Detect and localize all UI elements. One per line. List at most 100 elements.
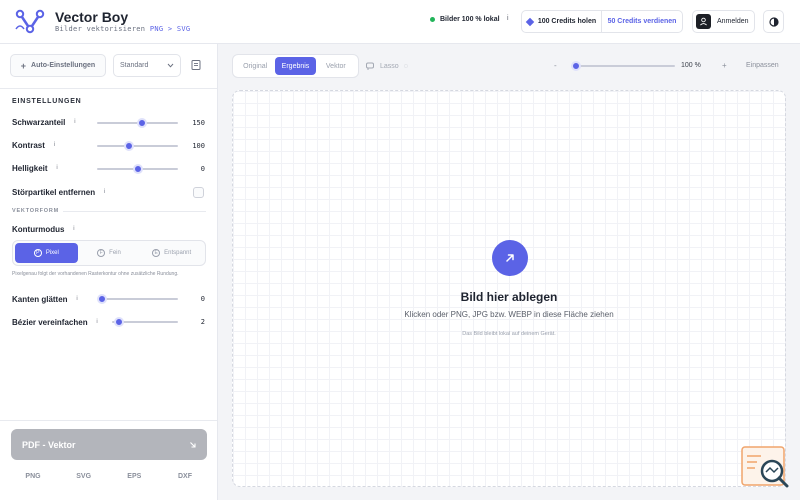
app-title: Vector Boy bbox=[55, 9, 129, 25]
arrow-down-right-icon bbox=[190, 441, 196, 448]
remove-specks-info-icon[interactable]: i bbox=[100, 188, 109, 197]
dropzone-note: Das Bild bleibt lokal auf deinem Gerät. bbox=[462, 331, 556, 337]
tab-vector[interactable]: Vektor bbox=[316, 57, 356, 75]
slider-thumb[interactable] bbox=[97, 294, 107, 304]
app-header: Vector Boy Bilder vektorisieren PNG > SV… bbox=[0, 0, 800, 44]
app-subtitle-prefix: Bilder vektorisieren bbox=[55, 25, 150, 33]
format-tab-png[interactable]: PNG bbox=[11, 469, 55, 485]
remove-specks-checkbox[interactable] bbox=[193, 187, 204, 198]
arrow-up-right-icon bbox=[506, 254, 514, 262]
contrast-slider[interactable] bbox=[97, 140, 178, 152]
sidebar-divider bbox=[0, 88, 217, 89]
format-tab-eps[interactable]: EPS bbox=[112, 469, 156, 485]
contrast-label: Kontrast i bbox=[12, 141, 59, 150]
slider-thumb[interactable] bbox=[124, 141, 135, 151]
plus-icon: + bbox=[20, 60, 27, 71]
zoom-out-button[interactable]: - bbox=[554, 61, 557, 70]
format-tab-svg[interactable]: SVG bbox=[62, 469, 106, 485]
smooth-edges-label-text: Kanten glätten bbox=[12, 295, 68, 304]
local-status-label: Bilder 100 % lokal bbox=[440, 16, 500, 23]
earn-credits-button[interactable]: 50 Credits verdienen bbox=[602, 11, 682, 32]
black-share-label-text: Schwarzanteil bbox=[12, 118, 66, 127]
black-share-label: Schwarzanteil i bbox=[12, 118, 79, 127]
slider-thumb[interactable] bbox=[113, 317, 124, 327]
mode-fine-button[interactable]: F Fein bbox=[78, 243, 141, 263]
save-preset-icon[interactable] bbox=[190, 59, 202, 71]
status-dot-icon bbox=[430, 17, 435, 22]
tab-original[interactable]: Original bbox=[235, 57, 275, 75]
bezier-simplify-info-icon[interactable]: i bbox=[93, 318, 102, 327]
black-share-slider[interactable] bbox=[97, 117, 178, 129]
theme-toggle-button[interactable] bbox=[763, 10, 784, 33]
contour-mode-label-text: Konturmodus bbox=[12, 225, 65, 234]
get-credits-label: 100 Credits holen bbox=[537, 18, 597, 25]
mode-relaxed-label: Entspannt bbox=[164, 250, 192, 256]
slider-track bbox=[97, 145, 178, 147]
app-subtitle-formats: PNG > SVG bbox=[149, 25, 191, 33]
brightness-info-icon[interactable]: i bbox=[53, 164, 62, 173]
local-status: Bilder 100 % lokal bbox=[430, 16, 500, 23]
lasso-button[interactable]: Lasso ◌ bbox=[365, 56, 423, 76]
preset-value: Standard bbox=[120, 62, 149, 69]
upload-button[interactable] bbox=[492, 240, 528, 276]
lasso-icon bbox=[366, 62, 374, 70]
app-subtitle: Bilder vektorisieren PNG > SVG bbox=[55, 25, 190, 33]
brightness-label-text: Helligkeit bbox=[12, 164, 48, 173]
contrast-info-icon[interactable]: i bbox=[50, 141, 59, 150]
smooth-edges-label: Kanten glätten i bbox=[12, 295, 82, 304]
view-tabs: Original Ergebnis Vektor bbox=[232, 54, 359, 78]
status-info-icon[interactable]: i bbox=[507, 15, 509, 22]
smooth-edges-info-icon[interactable]: i bbox=[73, 295, 82, 304]
chevron-down-icon bbox=[167, 63, 174, 68]
contrast-label-text: Kontrast bbox=[12, 141, 45, 150]
contour-mode-group: P Pixel F Fein E Entspannt bbox=[12, 240, 206, 266]
fit-button[interactable]: Einpassen bbox=[746, 62, 779, 69]
mode-relaxed-button[interactable]: E Entspannt bbox=[140, 243, 203, 263]
zoom-value: 100 % bbox=[681, 62, 701, 69]
mode-pixel-button[interactable]: P Pixel bbox=[15, 243, 78, 263]
dropzone-subtitle: Klicken oder PNG, JPG bzw. WEBP in diese… bbox=[404, 310, 614, 319]
slider-thumb[interactable] bbox=[132, 164, 143, 174]
format-tabs: PNG SVG EPS DXF bbox=[11, 469, 207, 485]
black-share-info-icon[interactable]: i bbox=[70, 118, 79, 127]
remove-specks-label: Störpartikel entfernen i bbox=[12, 188, 109, 197]
sidebar-bottom-divider bbox=[0, 420, 217, 421]
slider-thumb[interactable] bbox=[571, 61, 582, 71]
smooth-edges-value: 0 bbox=[200, 295, 205, 303]
preset-select[interactable]: Standard bbox=[113, 54, 181, 77]
zoom-in-button[interactable]: + bbox=[722, 61, 727, 70]
lasso-label: Lasso bbox=[380, 62, 399, 70]
brightness-slider[interactable] bbox=[97, 163, 178, 175]
mode-fine-icon: F bbox=[97, 249, 106, 257]
zoom-slider[interactable] bbox=[571, 60, 675, 72]
slider-thumb[interactable] bbox=[136, 118, 147, 128]
export-pdf-label: PDF - Vektor bbox=[22, 439, 76, 450]
mode-hint: Pixelgenau folgt der vorhandenen Rasterk… bbox=[12, 271, 179, 277]
mode-pixel-label: Pixel bbox=[45, 250, 59, 256]
auto-settings-button[interactable]: + Auto-Einstellungen bbox=[10, 54, 106, 77]
smooth-edges-slider[interactable] bbox=[97, 293, 178, 305]
mode-relaxed-icon: E bbox=[152, 249, 161, 257]
image-dropzone[interactable]: Bild hier ablegen Klicken oder PNG, JPG … bbox=[232, 90, 786, 487]
contour-mode-label: Konturmodus i bbox=[12, 225, 78, 234]
login-button[interactable]: Anmelden bbox=[692, 10, 755, 33]
export-pdf-button[interactable]: PDF - Vektor bbox=[11, 429, 207, 460]
credits-group: 100 Credits holen 50 Credits verdienen bbox=[521, 10, 683, 33]
bezier-simplify-slider[interactable] bbox=[112, 316, 178, 328]
brightness-value: 0 bbox=[200, 165, 205, 173]
settings-sidebar: + Auto-Einstellungen Standard EINSTELLUN… bbox=[0, 44, 218, 500]
mode-fine-label: Fein bbox=[109, 250, 121, 256]
format-tab-dxf[interactable]: DXF bbox=[163, 469, 207, 485]
vector-boy-logo-icon bbox=[15, 9, 45, 34]
get-credits-button[interactable]: 100 Credits holen bbox=[522, 11, 602, 32]
tab-result[interactable]: Ergebnis bbox=[275, 57, 316, 75]
user-icon bbox=[696, 14, 711, 29]
settings-section-title: EINSTELLUNGEN bbox=[12, 98, 82, 105]
bezier-simplify-label-text: Bézier vereinfachen bbox=[12, 318, 88, 327]
diamond-icon bbox=[525, 17, 535, 26]
mode-pixel-icon: P bbox=[33, 249, 42, 257]
help-search-icon[interactable] bbox=[741, 446, 789, 488]
slider-track bbox=[571, 65, 675, 67]
contour-mode-info-icon[interactable]: i bbox=[69, 225, 78, 234]
remove-specks-label-text: Störpartikel entfernen bbox=[12, 188, 96, 197]
